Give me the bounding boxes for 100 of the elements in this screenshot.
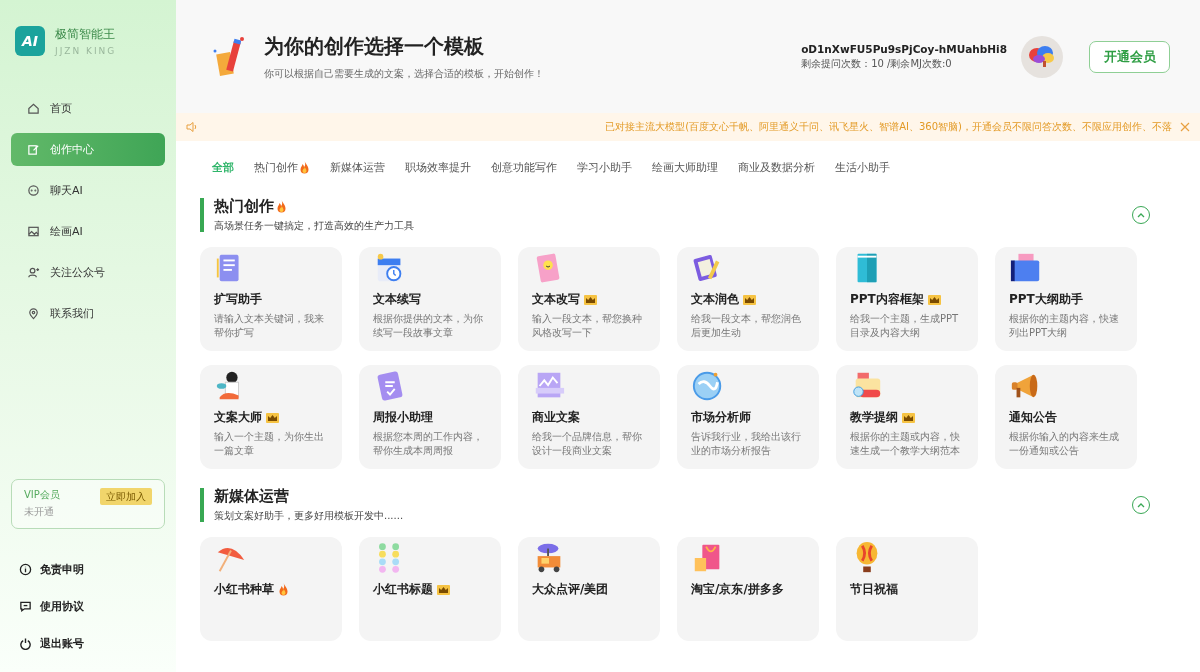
card-title: 通知公告 bbox=[1009, 409, 1057, 426]
card-description: 根据你的主题或内容，快速生成一个教学大纲范本 bbox=[850, 430, 961, 458]
crown-icon bbox=[927, 294, 941, 305]
card-title: 周报小助理 bbox=[373, 409, 433, 426]
speaker-icon bbox=[186, 121, 198, 133]
category-tab[interactable]: 绘画大师助理 bbox=[642, 159, 728, 175]
logo-icon: AI bbox=[15, 26, 45, 56]
app-name: 极简智能王 bbox=[55, 26, 116, 43]
card-title: 文案大师 bbox=[214, 409, 262, 426]
crown-icon bbox=[584, 294, 597, 305]
vip-status: 未开通 bbox=[24, 505, 55, 519]
template-card[interactable]: 周报小助理 根据您本周的工作内容，帮你生成本周周报 bbox=[359, 365, 501, 469]
template-card[interactable]: PPT大纲助手 根据你的主题内容，快速列出PPT大纲 bbox=[995, 247, 1137, 351]
card-description: 告诉我行业，我给出该行业的市场分析报告 bbox=[691, 430, 802, 458]
card-title: 小红书标题 bbox=[373, 581, 433, 598]
section-title: 热门创作 bbox=[214, 197, 414, 216]
template-card[interactable]: PPT内容框架 给我一个主题，生成PPT目录及内容大纲 bbox=[836, 247, 978, 351]
nav-item[interactable]: 关注公众号 bbox=[11, 256, 165, 289]
chevron-icon bbox=[1137, 212, 1145, 218]
template-card[interactable]: 通知公告 根据你输入的内容来生成一份通知或公告 bbox=[995, 365, 1137, 469]
category-tab[interactable]: 学习小助手 bbox=[567, 159, 642, 175]
card-title: PPT内容框架 bbox=[850, 291, 924, 308]
template-card[interactable]: 小红书标题 bbox=[359, 537, 501, 641]
category-tab[interactable]: 新媒体运营 bbox=[320, 159, 395, 175]
nav-item[interactable]: 绘画AI bbox=[11, 215, 165, 248]
page-subtitle: 你可以根据自己需要生成的文案，选择合适的模板，开始创作！ bbox=[264, 66, 544, 81]
nav-item[interactable]: 首页 bbox=[11, 92, 165, 125]
vip-title: VIP会员 bbox=[24, 488, 60, 502]
footer-link[interactable]: 退出账号 bbox=[11, 625, 165, 662]
home-icon bbox=[27, 102, 40, 115]
section-title: 新媒体运营 bbox=[214, 487, 290, 506]
location-icon bbox=[27, 307, 40, 320]
template-card[interactable]: 小红书种草 bbox=[200, 537, 342, 641]
crown-icon bbox=[902, 412, 915, 423]
template-card[interactable]: 文本改写 输入一段文本，帮您换种风格改写一下 bbox=[518, 247, 660, 351]
nav-item[interactable]: 联系我们 bbox=[11, 297, 165, 330]
card-description: 给我一个品牌信息，帮你设计一段商业文案 bbox=[532, 430, 643, 458]
join-button[interactable]: 立即加入 bbox=[100, 488, 152, 505]
footer-link[interactable]: 使用协议 bbox=[11, 588, 165, 625]
template-card[interactable]: 文本润色 给我一段文本，帮您润色后更加生动 bbox=[677, 247, 819, 351]
card-title: 文本续写 bbox=[373, 291, 421, 308]
card-title: 淘宝/京东/拼多多 bbox=[691, 581, 784, 598]
template-card[interactable]: 教学提纲 根据你的主题或内容，快速生成一个教学大纲范本 bbox=[836, 365, 978, 469]
template-card[interactable]: 商业文案 给我一个品牌信息，帮你设计一段商业文案 bbox=[518, 365, 660, 469]
card-title: 大众点评/美团 bbox=[532, 581, 609, 598]
card-title: 文本改写 bbox=[532, 291, 580, 308]
chevron-icon bbox=[1137, 502, 1145, 508]
template-card[interactable]: 淘宝/京东/拼多多 bbox=[677, 537, 819, 641]
template-card[interactable]: 扩写助手 请输入文本关键词，我来帮你扩写 bbox=[200, 247, 342, 351]
quota-text: 剩余提问次数：10 /剩余MJ次数:0 bbox=[801, 56, 953, 71]
card-description: 请输入文本关键词，我来帮你扩写 bbox=[214, 312, 325, 340]
section-subtitle: 策划文案好助手，更多好用模板开发中...... bbox=[214, 509, 404, 523]
card-title: 商业文案 bbox=[532, 409, 580, 426]
user-name: oD1nXwFU5Pu9sPjCoy-hMUahbHi8 bbox=[801, 42, 1007, 55]
edit-icon bbox=[27, 143, 40, 156]
card-description: 根据你提供的文本，为你续写一段故事文章 bbox=[373, 312, 484, 340]
card-description: 根据你输入的内容来生成一份通知或公告 bbox=[1009, 430, 1120, 458]
card-title: PPT大纲助手 bbox=[1009, 291, 1083, 308]
category-tab[interactable]: 生活小助手 bbox=[825, 159, 900, 175]
fire-icon bbox=[278, 583, 289, 596]
crown-icon bbox=[266, 412, 279, 423]
close-icon[interactable] bbox=[1180, 122, 1190, 132]
card-title: 教学提纲 bbox=[850, 409, 898, 426]
card-title: 扩写助手 bbox=[214, 291, 262, 308]
card-description: 输入一段文本，帮您换种风格改写一下 bbox=[532, 312, 643, 340]
nav-item[interactable]: 聊天AI bbox=[11, 174, 165, 207]
card-title: 市场分析师 bbox=[691, 409, 751, 426]
info-icon bbox=[19, 563, 32, 576]
notice-text: 已对接主流大模型(百度文心千帆、阿里通义千问、讯飞星火、智谱AI、360智脑)，开通会员不限问答次数、不限应用创作、不落 bbox=[605, 120, 1172, 134]
category-tab[interactable]: 商业及数据分析 bbox=[728, 159, 825, 175]
card-title: 小红书种草 bbox=[214, 581, 274, 598]
message-icon bbox=[19, 600, 32, 613]
category-tab[interactable]: 创意功能写作 bbox=[481, 159, 567, 175]
card-description: 根据你的主题内容，快速列出PPT大纲 bbox=[1009, 312, 1120, 340]
template-card[interactable]: 大众点评/美团 bbox=[518, 537, 660, 641]
card-description: 输入一个主题，为你生出一篇文章 bbox=[214, 430, 325, 458]
add-user-icon bbox=[27, 266, 40, 279]
card-description: 给我一段文本，帮您润色后更加生动 bbox=[691, 312, 802, 340]
card-description: 根据您本周的工作内容，帮你生成本周周报 bbox=[373, 430, 484, 458]
template-card[interactable]: 市场分析师 告诉我行业，我给出该行业的市场分析报告 bbox=[677, 365, 819, 469]
card-title: 节日祝福 bbox=[850, 581, 898, 598]
brain-icon[interactable] bbox=[1021, 35, 1063, 78]
template-card[interactable]: 节日祝福 bbox=[836, 537, 978, 641]
category-tab[interactable]: 职场效率提升 bbox=[395, 159, 481, 175]
card-description: 给我一个主题，生成PPT目录及内容大纲 bbox=[850, 312, 960, 340]
image-icon bbox=[27, 225, 40, 238]
page-title: 为你的创作选择一个模板 bbox=[264, 32, 485, 60]
power-icon bbox=[19, 637, 32, 650]
card-title: 文本润色 bbox=[691, 291, 739, 308]
category-tab[interactable]: 热门创作 bbox=[244, 159, 320, 175]
footer-link[interactable]: 免责申明 bbox=[11, 551, 165, 588]
fire-icon bbox=[299, 160, 310, 174]
template-card[interactable]: 文本续写 根据你提供的文本，为你续写一段故事文章 bbox=[359, 247, 501, 351]
crown-icon bbox=[743, 294, 756, 305]
section-subtitle: 高场景任务一键搞定，打造高效的生产力工具 bbox=[214, 219, 414, 233]
template-card[interactable]: 文案大师 输入一个主题，为你生出一篇文章 bbox=[200, 365, 342, 469]
chat-icon bbox=[27, 184, 40, 197]
crown-icon bbox=[437, 584, 450, 595]
app-subtitle: JJZN KING bbox=[55, 46, 117, 56]
fire-icon bbox=[276, 200, 287, 213]
